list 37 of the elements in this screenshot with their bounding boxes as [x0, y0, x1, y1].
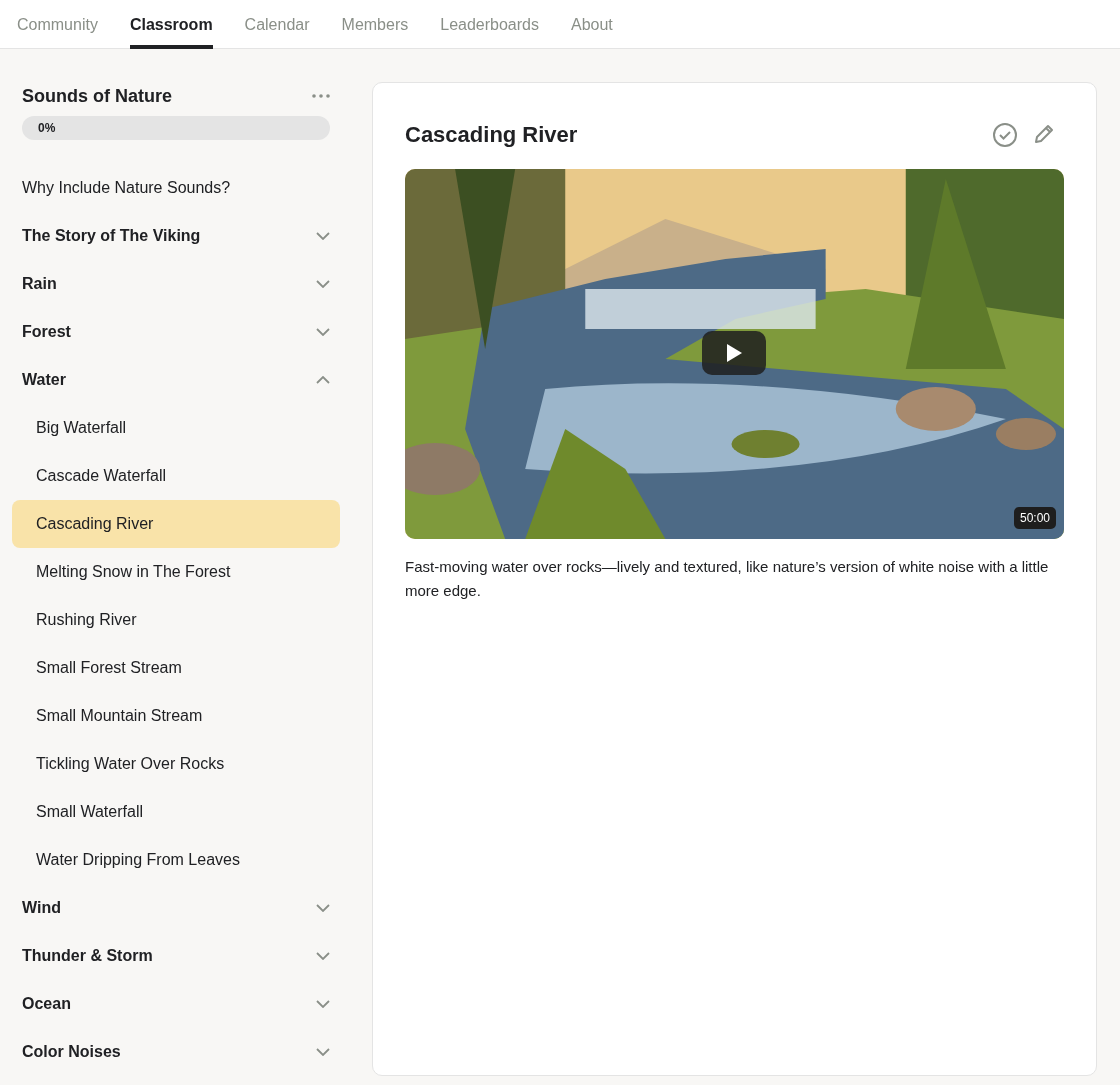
module-item[interactable]: The Story of The Viking: [12, 212, 340, 260]
check-circle-icon[interactable]: [992, 122, 1018, 148]
lesson-item[interactable]: Tickling Water Over Rocks: [12, 740, 340, 788]
lesson-item[interactable]: Rushing River: [12, 596, 340, 644]
module-title: The Story of The Viking: [22, 227, 201, 245]
module-item[interactable]: Forest: [12, 308, 340, 356]
more-icon[interactable]: [312, 94, 330, 98]
lesson-item[interactable]: Big Waterfall: [12, 404, 340, 452]
module-title: Color Noises: [22, 1043, 121, 1061]
nav-tab[interactable]: Classroom: [129, 0, 213, 49]
progress-reading: 0%: [38, 121, 56, 135]
module-title: Rain: [22, 275, 57, 293]
module-item[interactable]: Wind: [12, 884, 340, 932]
module-title: Water: [22, 371, 66, 389]
module-title: Wind: [22, 899, 61, 917]
module-item[interactable]: Color Noises: [12, 1028, 340, 1076]
lesson-item[interactable]: Why Include Nature Sounds?: [12, 164, 340, 212]
play-icon: [725, 343, 743, 363]
lesson-description: Fast-moving water over rocks—lively and textured, like nature’s version of white noise with a little more edge.: [405, 557, 1050, 601]
module-item[interactable]: Thunder & Storm: [12, 932, 340, 980]
lesson-item[interactable]: Small Forest Stream: [12, 644, 340, 692]
lesson-title: Cascading River: [405, 122, 578, 148]
lesson-item[interactable]: Water Dripping From Leaves: [12, 836, 340, 884]
lesson-item[interactable]: Small Waterfall: [12, 788, 340, 836]
module-item[interactable]: Water: [12, 356, 340, 404]
module-item[interactable]: Ocean: [12, 980, 340, 1028]
module-title: Forest: [22, 323, 71, 341]
play-button[interactable]: [702, 331, 766, 375]
lesson-item[interactable]: Cascade Waterfall: [12, 452, 340, 500]
module-title: Thunder & Storm: [22, 947, 153, 965]
module-item[interactable]: Rain: [12, 260, 340, 308]
lesson-item[interactable]: Cascading River: [12, 500, 340, 548]
module-title: Ocean: [22, 995, 71, 1013]
lesson-item[interactable]: Melting Snow in The Forest: [12, 548, 340, 596]
course-title: Sounds of Nature: [22, 85, 172, 107]
video-duration: 50:00: [1013, 507, 1056, 529]
lesson-item[interactable]: Small Mountain Stream: [12, 692, 340, 740]
